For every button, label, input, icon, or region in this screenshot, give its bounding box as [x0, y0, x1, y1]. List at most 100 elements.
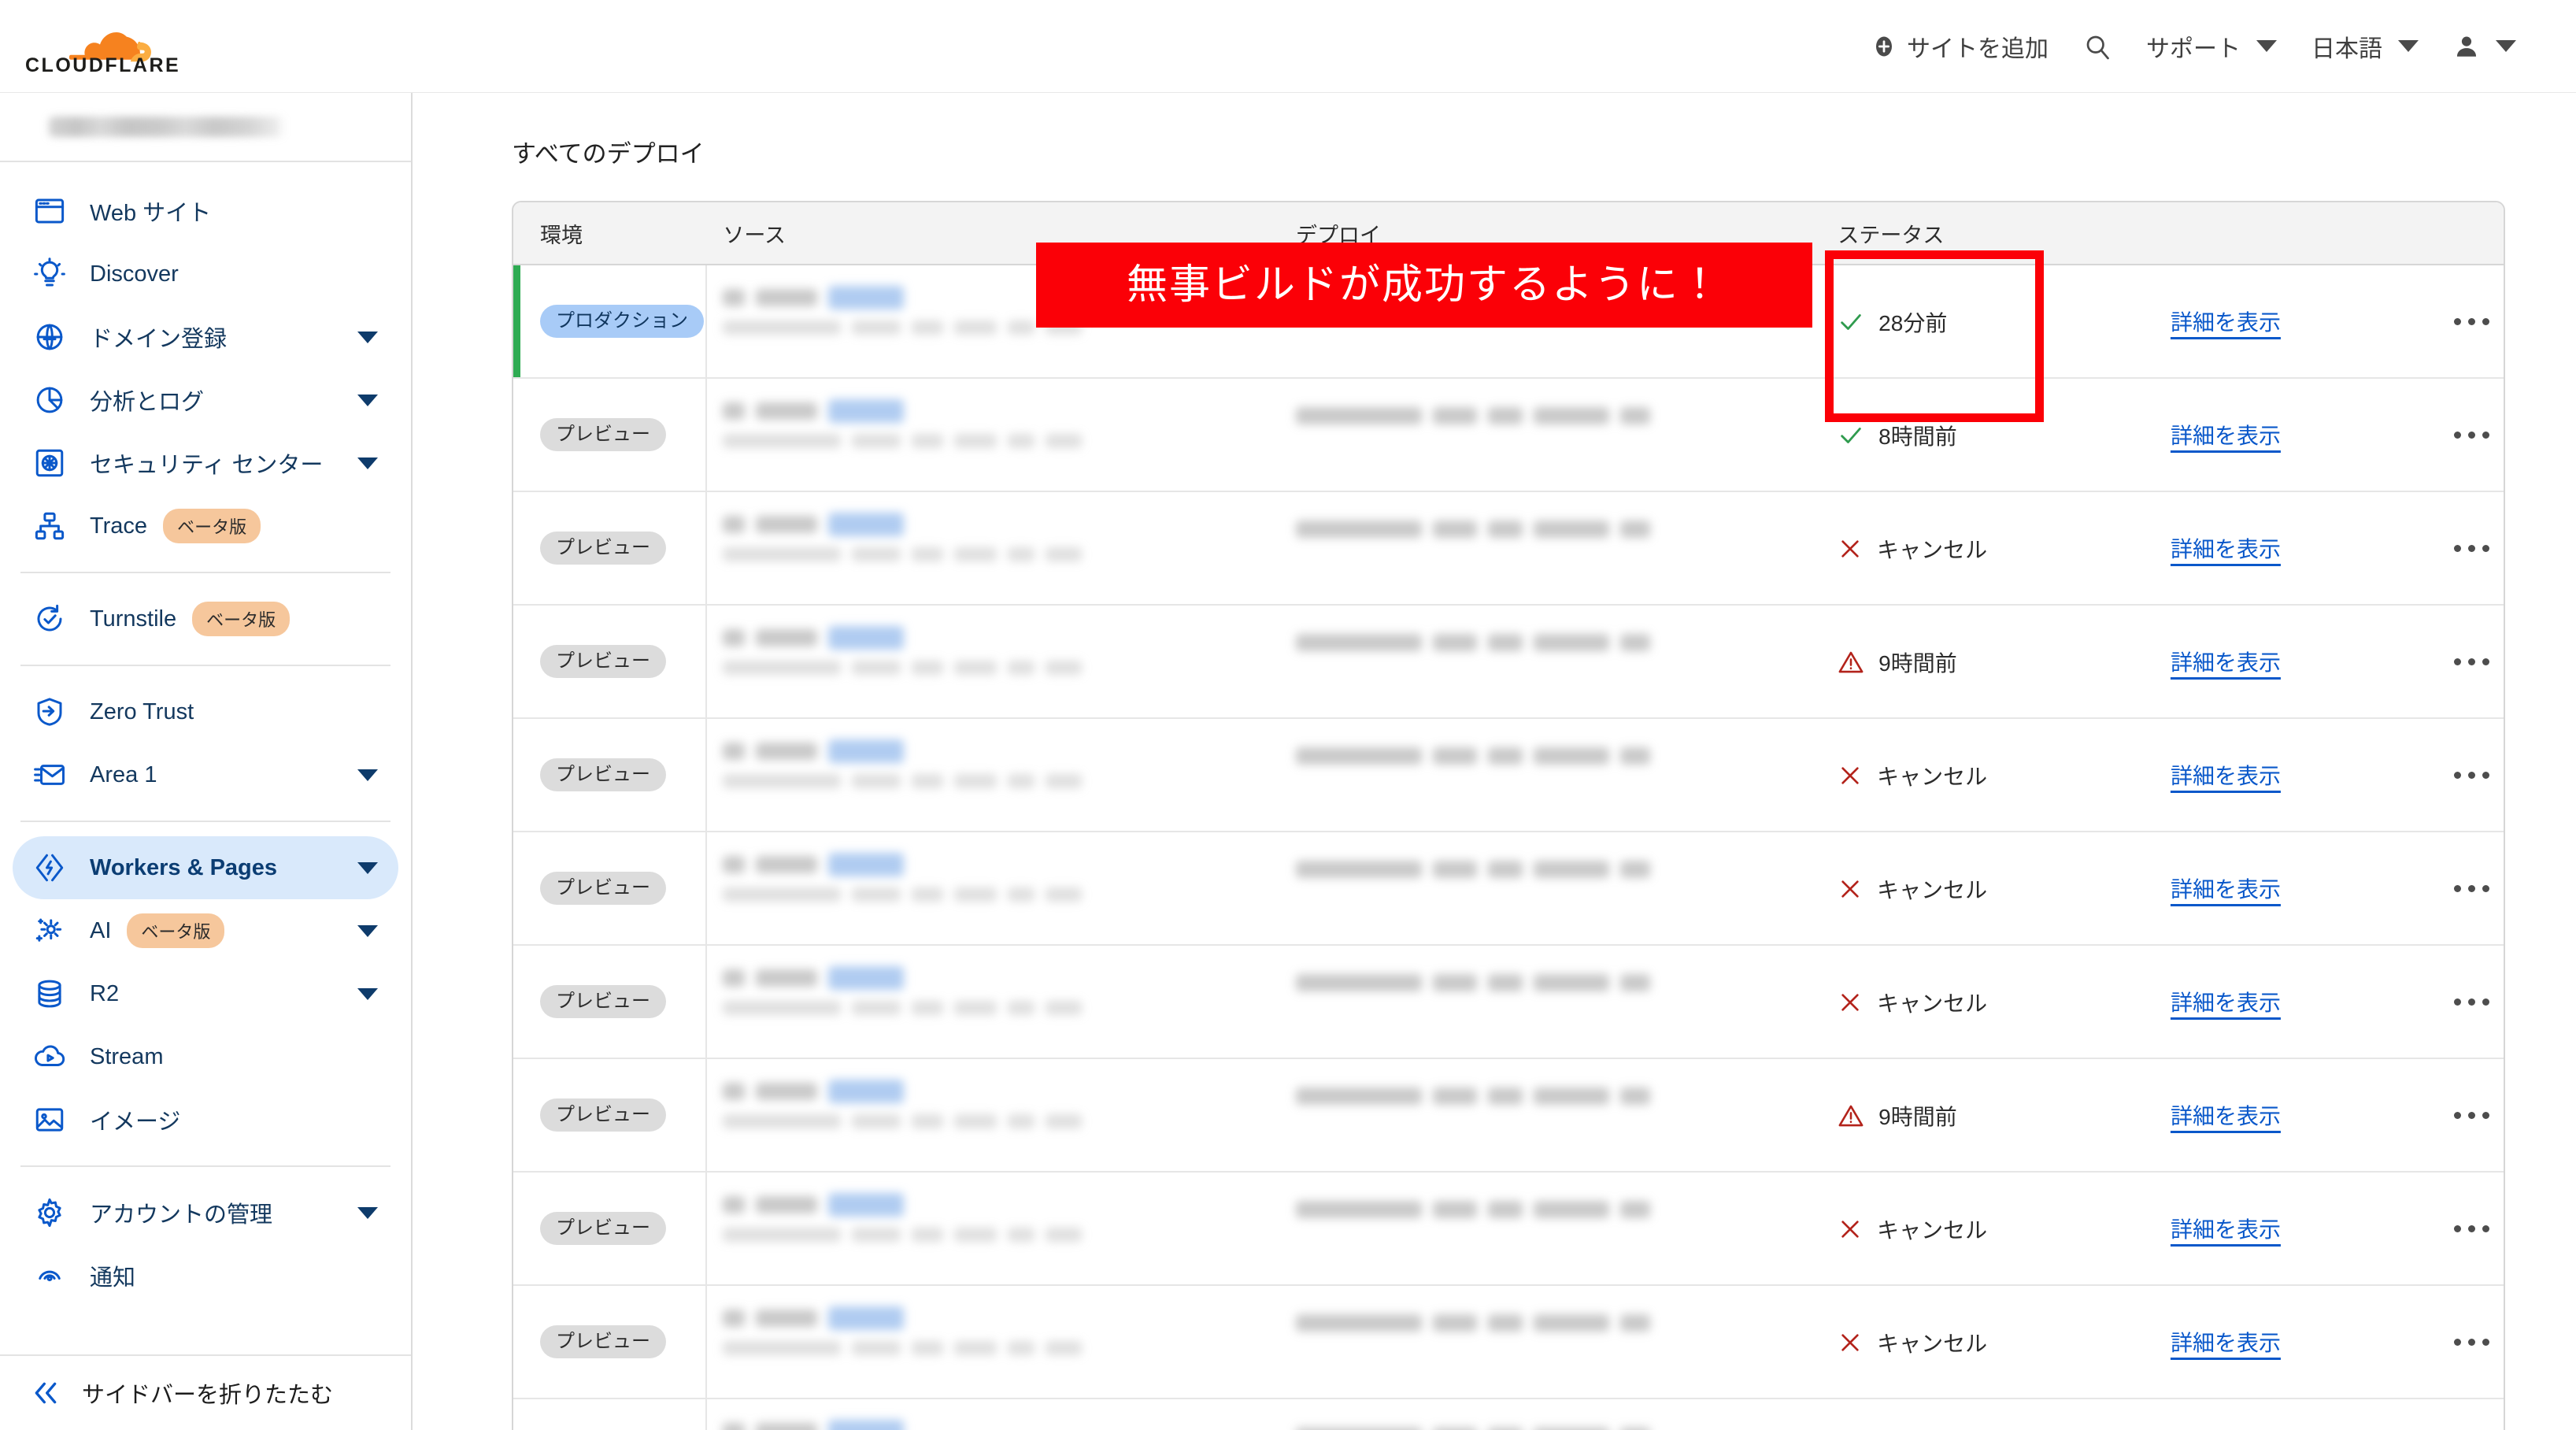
sidebar-item-stream[interactable]: Stream: [13, 1025, 398, 1088]
source-redacted-line: [723, 399, 1296, 423]
deploy-cell: [1295, 379, 1838, 491]
sidebar-item-turnstile[interactable]: Turnstile ベータ版: [13, 587, 398, 650]
sidebar-item-r2[interactable]: R2: [13, 962, 398, 1025]
detail-link-cell: 詳細を表示: [2171, 1173, 2395, 1284]
support-menu[interactable]: サポート: [2129, 21, 2294, 72]
environment-badge: プレビュー: [540, 985, 666, 1018]
sidebar-item-label: セキュリティ センター: [90, 453, 324, 478]
view-details-link[interactable]: 詳細を表示: [2171, 1326, 2281, 1358]
warning-triangle-icon: [1838, 1105, 1864, 1127]
row-overflow-menu-icon[interactable]: [2454, 998, 2490, 1006]
view-details-link[interactable]: 詳細を表示: [2171, 532, 2281, 564]
table-row[interactable]: プレビュー キャンセル 詳細を表示: [513, 492, 2504, 606]
chevron-down-icon[interactable]: [357, 861, 378, 874]
sidebar-item-label: アカウントの管理: [90, 1202, 273, 1228]
view-details-link[interactable]: 詳細を表示: [2171, 646, 2281, 677]
sidebar-item-workers-pages[interactable]: Workers & Pages: [13, 836, 398, 899]
row-overflow-menu-icon[interactable]: [2454, 544, 2490, 552]
sidebar-item-discover[interactable]: Discover: [13, 243, 398, 306]
table-row[interactable]: プレビュー キャンセル 詳細を表示: [513, 946, 2504, 1059]
sidebar-item-label: R2: [90, 980, 120, 1006]
chevron-down-icon[interactable]: [357, 394, 378, 406]
chevron-down-icon[interactable]: [357, 924, 378, 937]
chevron-down-icon[interactable]: [357, 331, 378, 343]
sidebar-item-[interactable]: 通知: [13, 1244, 398, 1307]
view-details-link[interactable]: 詳細を表示: [2171, 986, 2281, 1017]
deploy-redacted-line: [1295, 634, 1838, 651]
sidebar-item-[interactable]: アカウントの管理: [13, 1181, 398, 1244]
deploy-cell: [1295, 492, 1838, 604]
cloudflare-logo[interactable]: CLOUDFLARE: [24, 18, 205, 75]
sidebar-item-zero-trust[interactable]: Zero Trust: [13, 680, 398, 743]
environment-cell: プレビュー: [513, 492, 708, 604]
table-row[interactable]: プロダクション 10時間前詳細を表示: [513, 1399, 2504, 1430]
top-bar-actions: サイトを追加 サポート 日本語: [1855, 21, 2576, 72]
table-row[interactable]: プレビュー キャンセル 詳細を表示: [513, 719, 2504, 832]
table-row[interactable]: プレビュー キャンセル 詳細を表示: [513, 1173, 2504, 1286]
sidebar-item-trace[interactable]: Trace ベータ版: [13, 495, 398, 558]
language-menu[interactable]: 日本語: [2294, 21, 2436, 72]
row-overflow-menu-icon[interactable]: [2454, 317, 2490, 325]
close-x-icon: [1841, 880, 1859, 898]
status-text: 9時間前: [1878, 1105, 1957, 1129]
view-details-link[interactable]: 詳細を表示: [2171, 872, 2281, 904]
status-cell: キャンセル: [1838, 1286, 2171, 1398]
view-details-link[interactable]: 詳細を表示: [2171, 419, 2281, 450]
detail-link-cell: 詳細を表示: [2171, 606, 2395, 717]
add-site-label: サイトを追加: [1907, 35, 2049, 62]
status-cell: キャンセル: [1838, 492, 2171, 604]
row-overflow-menu-icon[interactable]: [2454, 884, 2490, 892]
view-details-link[interactable]: 詳細を表示: [2171, 306, 2281, 337]
table-row[interactable]: プレビュー キャンセル 詳細を表示: [513, 832, 2504, 946]
search-button[interactable]: [2066, 24, 2129, 69]
database-icon: [38, 980, 61, 1008]
deploy-redacted-line: [1295, 861, 1838, 878]
sidebar-item-[interactable]: 分析とログ: [13, 369, 398, 432]
deploy-redacted-line: [1295, 407, 1838, 424]
deploy-cell: [1295, 1059, 1838, 1171]
row-menu-cell: [2395, 946, 2504, 1058]
deploy-redacted-line: [1295, 1087, 1838, 1105]
environment-badge: プレビュー: [540, 758, 666, 791]
table-row[interactable]: プレビュー キャンセル 詳細を表示: [513, 1286, 2504, 1399]
sidebar-item-[interactable]: ドメイン登録: [13, 306, 398, 369]
sidebar-item-[interactable]: イメージ: [13, 1088, 398, 1151]
table-row[interactable]: プレビュー 9時間前 詳細を表示: [513, 1059, 2504, 1173]
view-details-link[interactable]: 詳細を表示: [2171, 1213, 2281, 1244]
account-menu[interactable]: [2436, 25, 2533, 68]
sidebar-item-[interactable]: セキュリティ センター: [13, 432, 398, 495]
add-site-button[interactable]: サイトを追加: [1855, 21, 2066, 72]
top-navigation-bar: CLOUDFLARE サイトを追加 サポート 日本語: [0, 0, 2576, 93]
row-menu-cell: [2395, 379, 2504, 491]
source-redacted-line: [723, 1420, 1296, 1430]
row-overflow-menu-icon[interactable]: [2454, 1224, 2490, 1232]
chevron-down-icon[interactable]: [357, 987, 378, 1000]
environment-cell: プレビュー: [513, 1286, 708, 1398]
row-overflow-menu-icon[interactable]: [2454, 658, 2490, 665]
status-text: キャンセル: [1877, 878, 1988, 902]
row-overflow-menu-icon[interactable]: [2454, 431, 2490, 439]
chevron-down-icon[interactable]: [357, 457, 378, 469]
chevron-down-icon[interactable]: [357, 769, 378, 781]
sidebar-item-ai[interactable]: AI ベータ版: [13, 899, 398, 962]
table-row[interactable]: プレビュー 9時間前 詳細を表示: [513, 606, 2504, 719]
sidebar-item-label: Area 1: [90, 761, 157, 787]
source-redacted-line: [723, 739, 1296, 763]
row-overflow-menu-icon[interactable]: [2454, 1338, 2490, 1346]
sidebar-item-web[interactable]: Web サイト: [13, 180, 398, 243]
source-cell: [707, 1059, 1296, 1171]
row-overflow-menu-icon[interactable]: [2454, 771, 2490, 779]
table-row[interactable]: プレビュー 8時間前 詳細を表示: [513, 379, 2504, 492]
account-selector[interactable]: [0, 93, 411, 162]
search-icon: [2086, 35, 2109, 59]
view-details-link[interactable]: 詳細を表示: [2171, 1099, 2281, 1131]
status-cell: 9時間前: [1838, 1059, 2171, 1171]
chevron-down-icon[interactable]: [357, 1206, 378, 1219]
row-overflow-menu-icon[interactable]: [2454, 1111, 2490, 1119]
environment-badge: プロダクション: [540, 305, 704, 338]
view-details-link[interactable]: 詳細を表示: [2171, 759, 2281, 791]
collapse-sidebar-button[interactable]: サイドバーを折りたたむ: [0, 1354, 411, 1430]
sidebar-item-area-1[interactable]: Area 1: [13, 743, 398, 806]
detail-link-cell: 詳細を表示: [2171, 719, 2395, 831]
status-text: キャンセル: [1877, 1332, 1988, 1356]
